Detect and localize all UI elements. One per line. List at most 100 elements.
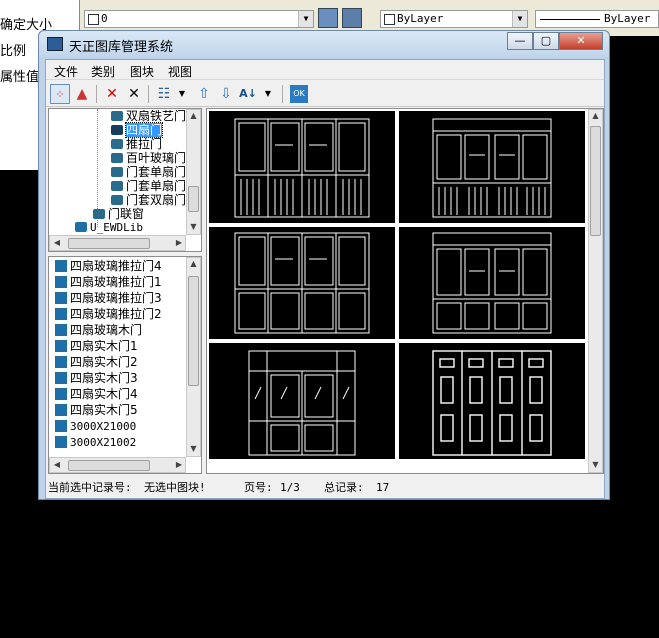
block-folder-icon	[93, 209, 105, 219]
delete-icon[interactable]: ✕	[102, 84, 122, 104]
panel-item-scale[interactable]: 比例	[0, 40, 26, 59]
maximize-button[interactable]: ▢	[533, 32, 559, 50]
preview-cell[interactable]	[399, 111, 585, 223]
linetype-line-icon	[540, 19, 600, 20]
list-item[interactable]: 四扇实木门5	[55, 403, 138, 418]
status-total-value: 17	[376, 481, 390, 494]
preview-panel: ▲ ▼	[206, 108, 604, 474]
list-item[interactable]: 3000X21002	[55, 435, 136, 450]
add-icon[interactable]: ▲	[72, 84, 92, 104]
list-item[interactable]: 四扇实木门1	[55, 339, 138, 354]
chevron-down-icon[interactable]: ▼	[172, 84, 192, 104]
close-button[interactable]: ✕	[559, 32, 603, 50]
toolbar-separator	[148, 85, 149, 103]
scroll-right-icon[interactable]: ▶	[174, 460, 184, 469]
arrow-down-icon[interactable]: ⇩	[216, 84, 236, 104]
block-icon	[55, 324, 67, 336]
list-item[interactable]: 四扇玻璃推拉门3	[55, 291, 162, 306]
tree-node[interactable]: 门套单扇门	[111, 179, 186, 193]
scroll-up-icon[interactable]: ▲	[187, 259, 200, 268]
door-preview-icon	[234, 232, 370, 334]
preview-vertical-scrollbar[interactable]: ▲ ▼	[588, 109, 603, 473]
list-item[interactable]: 3000X21000	[55, 419, 136, 434]
block-icon	[55, 420, 67, 432]
layer-combo[interactable]: 0 ▼	[84, 10, 314, 28]
ok-icon[interactable]: OK	[290, 85, 308, 103]
list-vertical-scrollbar[interactable]: ▲ ▼	[186, 257, 201, 457]
list-item[interactable]: 四扇玻璃推拉门2	[55, 307, 162, 322]
category-tree: 双扇铁艺门 四扇门 推拉门 百叶玻璃门 门套单扇门 门套单扇门 门套双扇门 门联…	[48, 108, 202, 252]
panel-item-attributes[interactable]: 属性值	[0, 66, 39, 85]
tree-node[interactable]: 双扇铁艺门	[111, 109, 186, 123]
minimize-button[interactable]: —	[507, 32, 533, 50]
menu-view[interactable]: 视图	[168, 63, 192, 80]
preview-cell[interactable]	[209, 227, 395, 339]
tree-node-selected[interactable]: 四扇门	[111, 122, 164, 138]
block-folder-icon	[111, 167, 123, 177]
color-combo[interactable]: ByLayer ▼	[380, 10, 528, 28]
tree-node[interactable]: U_EWDLib	[75, 221, 143, 235]
scroll-left-icon[interactable]: ◀	[52, 460, 62, 469]
scroll-thumb[interactable]	[68, 238, 150, 249]
tree-node[interactable]: 门套单扇门	[111, 165, 186, 179]
close-icon[interactable]: ✕	[124, 84, 144, 104]
list-item[interactable]: 四扇实木门4	[55, 387, 138, 402]
scroll-down-icon[interactable]: ▼	[589, 460, 602, 469]
list-horizontal-scrollbar[interactable]: ◀ ▶	[49, 457, 186, 473]
tree-vertical-scrollbar[interactable]: ▲ ▼	[186, 109, 201, 235]
scroll-up-icon[interactable]: ▲	[589, 111, 602, 120]
select-all-icon[interactable]: ⁘	[50, 84, 70, 104]
scroll-up-icon[interactable]: ▲	[187, 111, 200, 120]
scroll-right-icon[interactable]: ▶	[174, 238, 184, 247]
scroll-thumb[interactable]	[188, 186, 199, 212]
title-bar[interactable]: 天正图库管理系统 — ▢ ✕	[39, 31, 609, 57]
list-item[interactable]: 四扇玻璃木门	[55, 323, 142, 338]
list-item[interactable]: 四扇玻璃推拉门4	[55, 259, 162, 274]
menu-category[interactable]: 类别	[91, 63, 115, 80]
scroll-down-icon[interactable]: ▼	[187, 444, 200, 453]
list-item[interactable]: 四扇实木门3	[55, 371, 138, 386]
layer-combo-value: 0	[101, 12, 108, 25]
block-icon	[55, 276, 67, 288]
chevron-down-icon[interactable]: ▼	[298, 11, 313, 27]
sort-icon[interactable]: A↓	[238, 84, 258, 104]
list-item[interactable]: 四扇实木门2	[55, 355, 138, 370]
color-combo-value: ByLayer	[397, 12, 444, 25]
scroll-thumb[interactable]	[68, 460, 150, 471]
layer-state-icon[interactable]	[342, 8, 362, 28]
linetype-combo[interactable]: ByLayer	[535, 10, 659, 28]
scroll-thumb[interactable]	[590, 126, 601, 236]
scroll-left-icon[interactable]: ◀	[52, 238, 62, 247]
view-mode-icon[interactable]: ☷	[154, 84, 174, 104]
tree-node[interactable]: 推拉门	[111, 137, 162, 151]
block-folder-open-icon	[111, 125, 123, 135]
tree-node[interactable]: 门联窗	[93, 207, 144, 221]
chevron-down-icon[interactable]: ▼	[258, 84, 278, 104]
toolbar-separator	[96, 85, 97, 103]
scroll-down-icon[interactable]: ▼	[187, 222, 200, 231]
block-folder-icon	[111, 111, 123, 121]
scroll-thumb[interactable]	[188, 276, 199, 386]
tree-node[interactable]: 百叶玻璃门	[111, 151, 186, 165]
toolbar-separator	[282, 85, 283, 103]
block-icon	[55, 404, 67, 416]
menu-file[interactable]: 文件	[54, 63, 78, 80]
library-icon	[75, 222, 87, 232]
menu-block[interactable]: 图块	[130, 63, 154, 80]
layer-tool-icon[interactable]	[318, 8, 338, 28]
status-bar: 当前选中记录号: 无选中图块! 页号: 1/3 总记录: 17	[46, 478, 604, 498]
door-preview-icon	[432, 118, 552, 218]
tree-horizontal-scrollbar[interactable]: ◀ ▶	[49, 235, 186, 251]
preview-cell[interactable]	[209, 343, 395, 459]
block-folder-icon	[111, 139, 123, 149]
list-item[interactable]: 四扇玻璃推拉门1	[55, 275, 162, 290]
door-preview-icon	[234, 118, 370, 218]
chevron-down-icon[interactable]: ▼	[512, 11, 527, 27]
preview-cell[interactable]	[399, 343, 585, 459]
tree-node[interactable]: 门套双扇门	[111, 193, 186, 207]
client-area: 文件 类别 图块 视图 ⁘ ▲ ✕ ✕ ☷ ▼ ⇧ ⇩ A↓ ▼ OK 双扇铁艺…	[45, 59, 605, 499]
preview-cell[interactable]	[399, 227, 585, 339]
arrow-up-icon[interactable]: ⇧	[194, 84, 214, 104]
preview-cell[interactable]	[209, 111, 395, 223]
status-record-value: 无选中图块!	[144, 481, 206, 494]
